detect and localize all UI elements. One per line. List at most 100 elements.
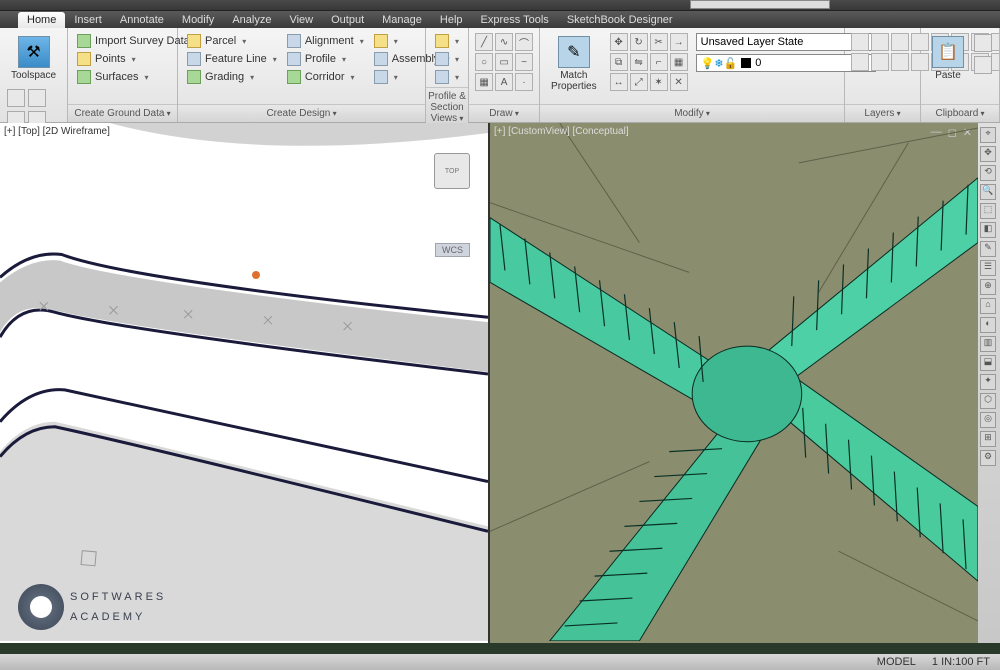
layer-tool-1[interactable] [851, 33, 869, 51]
featureline-button[interactable]: Feature Line▾ [184, 51, 280, 67]
keyword-search[interactable] [690, 0, 830, 9]
nav-tool-16[interactable]: ◎ [980, 412, 996, 428]
panel-draw: ╱ ∿ ⌒ ○ ▭ ~ ▦ A · Draw [469, 28, 540, 122]
modify-grid: ✥↻✂→ ⧉⇋⌐▦ ↔⤢✶✕ [610, 33, 688, 91]
psv-btn-3[interactable]: ▾ [432, 69, 462, 85]
layer-tool-3[interactable] [891, 33, 909, 51]
fillet-tool[interactable]: ⌐ [650, 53, 668, 71]
paste-button[interactable]: 📋 Paste [927, 33, 969, 84]
import-survey-button[interactable]: Import Survey Data [74, 33, 193, 49]
copy-tool[interactable]: ⧉ [610, 53, 628, 71]
rect-tool[interactable]: ▭ [495, 53, 513, 71]
layer-tool-9[interactable] [851, 53, 869, 71]
array-tool[interactable]: ▦ [670, 53, 688, 71]
spline-tool[interactable]: ~ [515, 53, 533, 71]
nav-tool-4[interactable]: 🔍 [980, 184, 996, 200]
tab-home[interactable]: Home [18, 12, 65, 28]
arc-tool[interactable]: ⌒ [515, 33, 533, 51]
nav-tool-14[interactable]: ✦ [980, 374, 996, 390]
nav-tool-15[interactable]: ⬡ [980, 393, 996, 409]
nav-tool-2[interactable]: ✥ [980, 146, 996, 162]
nav-tool-10[interactable]: ⌂ [980, 298, 996, 314]
tab-manage[interactable]: Manage [373, 12, 431, 28]
rotate-tool[interactable]: ↻ [630, 33, 648, 51]
text-tool[interactable]: A [495, 73, 513, 91]
trim-tool[interactable]: ✂ [650, 33, 668, 51]
nav-tool-5[interactable]: ⬚ [980, 203, 996, 219]
panel-title-clipboard[interactable]: Clipboard [921, 104, 999, 122]
tab-help[interactable]: Help [431, 12, 472, 28]
tab-annotate[interactable]: Annotate [111, 12, 173, 28]
palette-btn-1[interactable] [7, 89, 25, 107]
viewport-right[interactable]: [+] [CustomView] [Conceptual] — ◻ ✕ [490, 123, 978, 643]
viewport-right-label[interactable]: [+] [CustomView] [Conceptual] [494, 126, 629, 137]
palette-btn-2[interactable] [28, 89, 46, 107]
tab-insert[interactable]: Insert [65, 12, 111, 28]
hatch-tool[interactable]: ▦ [475, 73, 493, 91]
points-icon [77, 52, 91, 66]
panel-title-layers[interactable]: Layers [845, 104, 920, 122]
point-tool[interactable]: · [515, 73, 533, 91]
nav-tool-9[interactable]: ⊕ [980, 279, 996, 295]
annotation-scale[interactable]: 1 IN:100 FT [928, 656, 994, 668]
toolspace-icon: ⚒ [18, 36, 50, 68]
tab-view[interactable]: View [280, 12, 322, 28]
panel-title-modify[interactable]: Modify [540, 104, 844, 122]
psv-icon-1 [435, 34, 449, 48]
scale-tool[interactable]: ⤢ [630, 73, 648, 91]
erase-tool[interactable]: ✕ [670, 73, 688, 91]
profile-button[interactable]: Profile▾ [284, 51, 367, 67]
viewport-left[interactable]: [+] [Top] [2D Wireframe] TOP WCS [0, 123, 490, 643]
nav-tool-1[interactable]: ⌖ [980, 127, 996, 143]
extend-tool[interactable]: → [670, 33, 688, 51]
explode-tool[interactable]: ✶ [650, 73, 668, 91]
tab-sketchbook[interactable]: SketchBook Designer [558, 12, 682, 28]
stretch-tool[interactable]: ↔ [610, 73, 628, 91]
assembly-icon [374, 52, 388, 66]
toolspace-button[interactable]: ⚒ Toolspace [6, 33, 61, 84]
nav-tool-7[interactable]: ✎ [980, 241, 996, 257]
panel-title-psv[interactable]: Profile & Section Views [426, 87, 468, 127]
psv-btn-2[interactable]: ▾ [432, 51, 462, 67]
nav-tool-8[interactable]: ☰ [980, 260, 996, 276]
panel-title-draw[interactable]: Draw [469, 104, 539, 122]
clip-cut[interactable] [974, 34, 992, 52]
match-properties-button[interactable]: ✎ Match Properties [546, 33, 602, 95]
tab-output[interactable]: Output [322, 12, 373, 28]
viewport-left-label[interactable]: [+] [Top] [2D Wireframe] [4, 126, 110, 137]
surfaces-icon [77, 70, 91, 84]
nav-tool-3[interactable]: ⟲ [980, 165, 996, 181]
alignment-icon [287, 34, 301, 48]
grading-button[interactable]: Grading▾ [184, 69, 280, 85]
tab-modify[interactable]: Modify [173, 12, 223, 28]
tab-analyze[interactable]: Analyze [223, 12, 280, 28]
nav-tool-17[interactable]: ⊞ [980, 431, 996, 447]
panel-title-design[interactable]: Create Design [178, 104, 425, 122]
match-icon: ✎ [558, 36, 590, 68]
nav-tool-11[interactable]: ◐ [980, 317, 996, 333]
move-tool[interactable]: ✥ [610, 33, 628, 51]
alignment-button[interactable]: Alignment▾ [284, 33, 367, 49]
psv-btn-1[interactable]: ▾ [432, 33, 462, 49]
circle-tool[interactable]: ○ [475, 53, 493, 71]
layer-tool-10[interactable] [871, 53, 889, 71]
nav-tool-12[interactable]: ▥ [980, 336, 996, 352]
layer-tool-11[interactable] [891, 53, 909, 71]
parcel-button[interactable]: Parcel▾ [184, 33, 280, 49]
clip-copy[interactable] [974, 56, 992, 74]
corridor-button[interactable]: Corridor▾ [284, 69, 367, 85]
polyline-tool[interactable]: ∿ [495, 33, 513, 51]
line-tool[interactable]: ╱ [475, 33, 493, 51]
mirror-tool[interactable]: ⇋ [630, 53, 648, 71]
nav-tool-6[interactable]: ◧ [980, 222, 996, 238]
tab-express[interactable]: Express Tools [472, 12, 558, 28]
points-button[interactable]: Points▾ [74, 51, 193, 67]
layer-tool-2[interactable] [871, 33, 889, 51]
nav-tool-13[interactable]: ⬓ [980, 355, 996, 371]
gear-icon [18, 584, 64, 630]
surfaces-button[interactable]: Surfaces▾ [74, 69, 193, 85]
command-line[interactable] [0, 643, 1000, 654]
nav-tool-18[interactable]: ⚙ [980, 450, 996, 466]
watermark-logo: SOFTWARES ACADEMY [18, 584, 166, 630]
panel-title-ground[interactable]: Create Ground Data [68, 104, 177, 122]
